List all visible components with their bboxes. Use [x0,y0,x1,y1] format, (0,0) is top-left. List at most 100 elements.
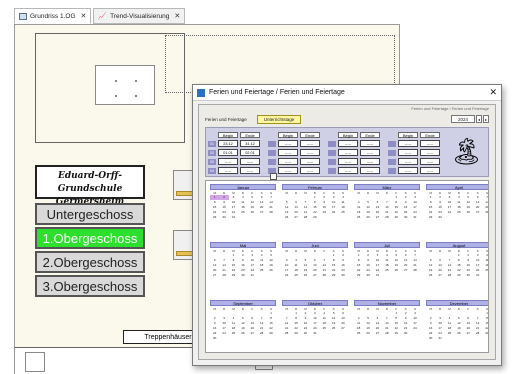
range-begin[interactable]: --.-- [278,140,298,147]
day-cell[interactable]: 28 [301,215,310,220]
day-cell[interactable]: 31 [410,215,419,220]
day-cell[interactable]: 28 [219,273,228,278]
day-cell[interactable]: 29 [329,273,338,278]
day-cell[interactable]: 27 [373,331,382,336]
day-cell[interactable]: 27 [291,215,300,220]
range-begin[interactable]: --.-- [338,140,358,147]
day-cell[interactable]: 26 [363,331,372,336]
floor-button-1-obergeschoss[interactable]: 1.Obergeschoss [35,227,145,249]
day-cell [392,273,401,278]
range-begin[interactable]: --.-- [218,158,238,165]
day-cell[interactable]: 30 [210,336,219,341]
day-cell[interactable]: 30 [363,273,372,278]
tab-grundriss[interactable]: Grundriss 1.OG ✕ [14,8,92,24]
day-cell[interactable]: 25 [354,331,363,336]
range-end[interactable]: --.-- [300,140,320,147]
day-cell[interactable]: 29 [210,215,219,220]
day-cell[interactable]: 30 [435,215,444,220]
day-cell[interactable]: 26 [282,215,291,220]
day-cell[interactable]: 30 [338,273,347,278]
range-begin[interactable]: 01.01 [218,149,238,156]
school-days-button[interactable]: Unterrichtstage [256,114,302,124]
day-cell[interactable]: 30 [401,215,410,220]
range-end[interactable]: 31.12 [240,140,260,147]
day-cell[interactable]: 29 [426,215,435,220]
range-end[interactable]: --.-- [420,149,440,156]
close-icon[interactable]: ✕ [81,12,87,20]
range-end[interactable]: 02.01 [240,149,260,156]
close-icon[interactable]: ✕ [174,12,180,20]
floor-button-3-obergeschoss[interactable]: 3.Obergeschoss [35,275,145,297]
day-cell[interactable]: 31 [473,273,482,278]
range-end[interactable]: --.-- [420,167,440,174]
day-cell[interactable]: 24 [282,273,291,278]
floor-button-untergeschoss[interactable]: Untergeschoss [35,203,145,225]
day-cell[interactable]: 27 [310,273,319,278]
day-cell[interactable]: 28 [445,273,454,278]
day-cell[interactable]: 30 [464,273,473,278]
day-cell [320,331,329,336]
range-end[interactable]: --.-- [360,149,380,156]
year-field[interactable]: 2024 [451,115,475,123]
scroll-indicator[interactable] [270,173,277,180]
day-cell[interactable]: 29 [454,273,463,278]
range-end[interactable]: --.-- [360,167,380,174]
day-cell [219,336,228,341]
range-begin[interactable]: --.-- [338,158,358,165]
day-cell[interactable]: 31 [310,331,319,336]
range-end[interactable]: --.-- [300,167,320,174]
range-begin[interactable]: --.-- [398,158,418,165]
range-end[interactable]: --.-- [300,149,320,156]
range-begin[interactable]: --.-- [278,149,298,156]
day-cell[interactable]: 30 [238,273,247,278]
range-end[interactable]: --.-- [300,158,320,165]
day-cell[interactable]: 29 [354,273,363,278]
day-cell[interactable]: 30 [301,331,310,336]
day-cell[interactable]: 29 [291,331,300,336]
range-begin[interactable]: --.-- [338,149,358,156]
range-end[interactable]: --.-- [240,167,260,174]
range-end[interactable]: --.-- [360,158,380,165]
day-cell[interactable]: 28 [382,215,391,220]
range-begin[interactable]: --.-- [278,167,298,174]
day-cell[interactable]: 28 [320,273,329,278]
tab-trend[interactable]: 📈 Trend-Visualisierung ✕ [93,8,186,24]
close-icon[interactable]: ✕ [489,87,497,98]
floor-button-2-obergeschoss[interactable]: 2.Obergeschoss [35,251,145,273]
year-down-button[interactable]: ◂ [476,115,482,123]
range-end[interactable]: --.-- [240,158,260,165]
day-cell[interactable]: 31 [229,215,238,220]
range-begin[interactable]: --.-- [218,167,238,174]
day-cell[interactable]: 31 [248,273,257,278]
day-cell[interactable]: 31 [435,336,444,341]
range-begin[interactable]: --.-- [398,149,418,156]
range-begin[interactable]: --.-- [338,167,358,174]
range-begin[interactable]: --.-- [398,167,418,174]
day-cell[interactable]: 29 [392,331,401,336]
range-begin[interactable]: --.-- [278,158,298,165]
day-cell[interactable]: 30 [401,331,410,336]
day-cell[interactable]: 26 [426,273,435,278]
day-cell[interactable]: 31 [373,273,382,278]
day-cell[interactable]: 30 [426,336,435,341]
day-cell[interactable]: 29 [310,215,319,220]
day-cell[interactable]: 25 [354,215,363,220]
day-cell[interactable]: 26 [363,215,372,220]
day-cell[interactable]: 26 [301,273,310,278]
range-begin[interactable]: 23.12 [218,140,238,147]
range-begin[interactable]: --.-- [398,140,418,147]
range-end[interactable]: --.-- [420,158,440,165]
day-cell[interactable]: 25 [291,273,300,278]
day-cell[interactable]: 28 [382,331,391,336]
day-cell[interactable]: 29 [392,215,401,220]
day-cell[interactable]: 28 [282,331,291,336]
year-up-button[interactable]: ▸ [483,115,489,123]
day-cell [454,336,463,341]
day-cell[interactable]: 30 [219,215,228,220]
day-cell[interactable]: 27 [210,273,219,278]
range-end[interactable]: --.-- [420,140,440,147]
day-cell[interactable]: 27 [435,273,444,278]
day-cell[interactable]: 29 [229,273,238,278]
range-end[interactable]: --.-- [360,140,380,147]
day-cell[interactable]: 27 [373,215,382,220]
